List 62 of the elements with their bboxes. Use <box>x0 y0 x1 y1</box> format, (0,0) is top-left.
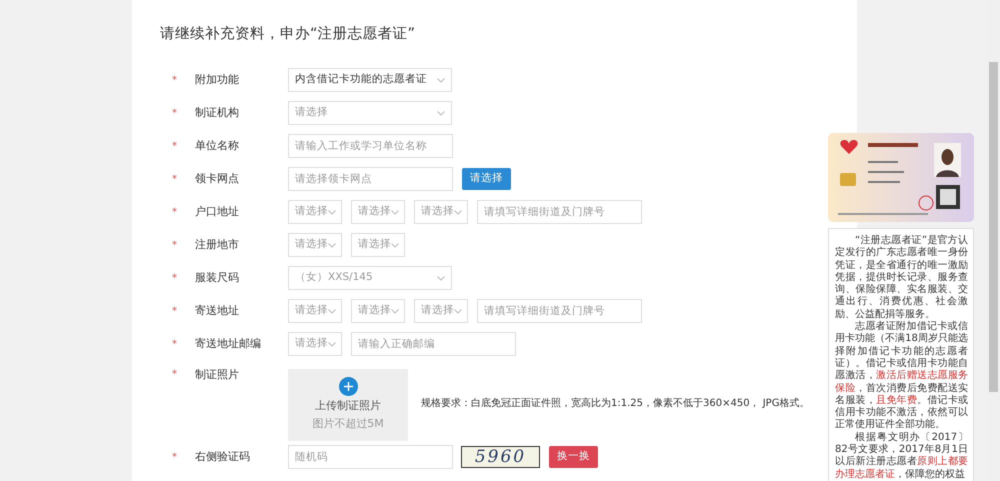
field-label: 单位名称 <box>194 138 240 154</box>
required-mark: * <box>171 140 178 154</box>
required-mark: * <box>171 74 178 88</box>
field-label: 附加功能 <box>194 72 240 88</box>
plus-icon <box>338 376 358 396</box>
caret-icon <box>391 210 399 215</box>
select-field[interactable]: 请选择 <box>288 332 342 356</box>
required-mark: * <box>171 368 178 382</box>
description-paragraph: 根据粤文明办〔2017〕82号文要求，2017年8月1日以后新注册志愿者原则上都要办理志愿者证，保障您的权益 <box>835 432 968 481</box>
caret-icon <box>454 308 462 314</box>
select-field[interactable]: 请选择 <box>288 299 342 324</box>
required-mark: * <box>171 172 178 187</box>
scrollbar-thumb[interactable] <box>989 62 998 392</box>
field-label: 领卡网点 <box>194 171 240 187</box>
refresh-button[interactable]: 换一换 <box>549 446 598 468</box>
required-mark: * <box>171 106 178 121</box>
form-heading: 请继续补充资料，申办“注册志愿者证” <box>160 24 416 44</box>
field-label: 寄送地址邮编 <box>194 336 262 352</box>
select-field[interactable]: 请选择 <box>414 299 468 324</box>
field-label: 制证机构 <box>194 105 240 121</box>
captcha-image: 5960 <box>461 446 540 468</box>
photo-requirements: 规格要求：白底免冠正面证件照，宽高比为1:1.25，像素不低于360×450， JPG格式。 <box>421 396 810 412</box>
required-mark: * <box>171 238 178 253</box>
caret-icon <box>391 242 399 248</box>
field-label: 户口地址 <box>194 204 240 220</box>
select-field[interactable]: 请选择 <box>351 200 405 224</box>
field-label: 注册地市 <box>194 237 240 253</box>
caret-icon <box>437 78 445 83</box>
caret-icon <box>328 342 336 347</box>
input-field[interactable]: 请填写详细街道及门牌号 <box>477 200 642 224</box>
select-button[interactable]: 请选择 <box>462 168 511 190</box>
required-mark: * <box>171 450 178 465</box>
required-mark: * <box>171 272 178 286</box>
select-field[interactable]: 内含借记卡功能的志愿者证 <box>288 68 452 92</box>
input-field[interactable]: 请输入正确邮编 <box>351 332 516 356</box>
input-field[interactable]: 请填写详细街道及门牌号 <box>477 299 642 324</box>
input-field[interactable]: 请输入工作或学习单位名称 <box>288 134 453 158</box>
caret-icon <box>328 308 336 314</box>
caret-icon <box>454 210 462 215</box>
upload-box[interactable]: 上传制证照片 图片不超过5M <box>288 368 408 441</box>
select-field[interactable]: 请选择 <box>414 200 468 224</box>
required-mark: * <box>171 206 178 220</box>
caret-icon <box>391 308 399 314</box>
caret-icon <box>328 242 336 248</box>
input-field[interactable]: 随机码 <box>288 445 453 470</box>
input-field[interactable]: 请选择领卡网点 <box>288 167 453 192</box>
select-field[interactable]: 请选择 <box>288 233 342 258</box>
select-field[interactable]: 请选择 <box>351 233 405 258</box>
description-paragraph: “注册志愿者证”是官方认定发行的广东志愿者唯一身份凭证，是全省通行的唯一激励凭据，提供时长记录、服务查询、保险保障、实名服装、交通出行、消费优惠、社会激励、公益配捐等服务。 <box>835 235 968 320</box>
caret-icon <box>437 110 445 116</box>
select-field[interactable]: 请选择 <box>351 299 405 324</box>
required-mark: * <box>171 338 178 352</box>
select-field[interactable]: 请选择 <box>288 200 342 224</box>
field-label: 右侧验证码 <box>194 449 251 465</box>
field-label: 制证照片 <box>194 366 240 383</box>
caret-icon <box>437 276 445 281</box>
description-paragraph: 志愿者证附加借记卡或信用卡功能（不满18周岁只能选择附加借记卡功能的志愿者证）。借记卡或信用卡功能自愿激活，激活后赠送志愿服务保险，首次消费后免费配送实名服装，且免年费。借记卡或信用卡功能不激活，依然可以正常使用证件全部功能。 <box>835 321 968 432</box>
field-label: 服装尺码 <box>194 270 240 286</box>
required-mark: * <box>171 304 178 319</box>
field-label: 寄送地址 <box>194 303 240 319</box>
select-field[interactable]: 请选择 <box>288 101 452 126</box>
caret-icon <box>328 210 336 215</box>
